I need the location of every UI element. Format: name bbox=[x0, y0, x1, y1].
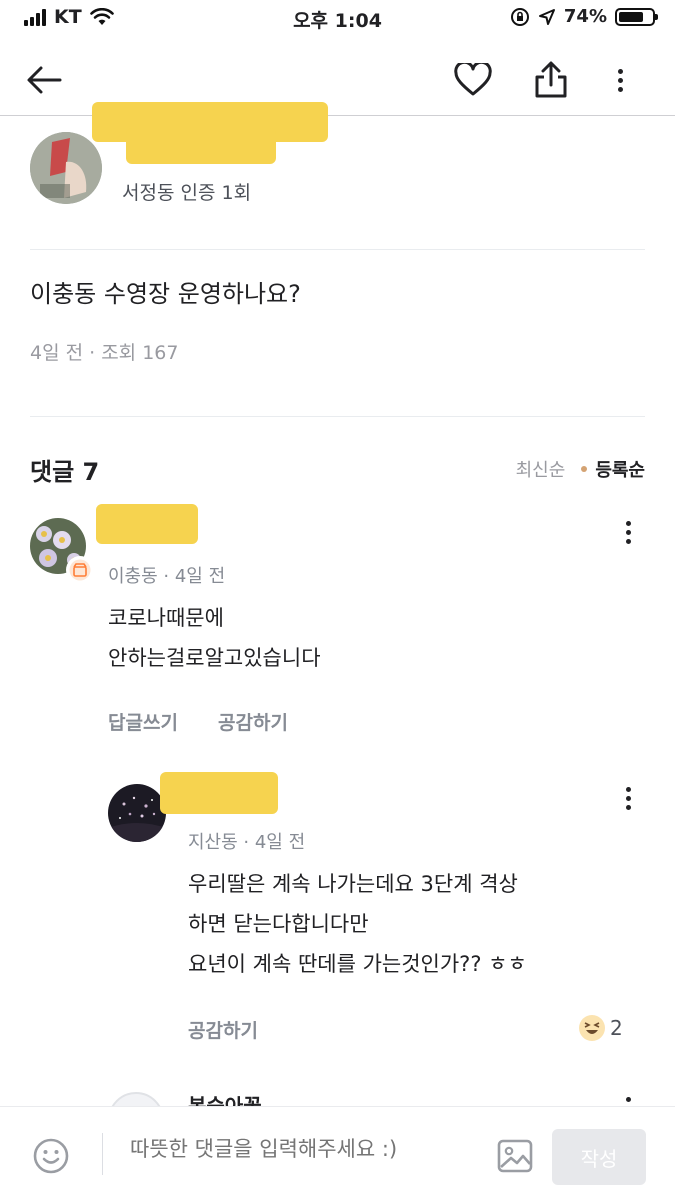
comment-line: 코로나때문에 bbox=[108, 606, 224, 630]
status-right: 74% bbox=[510, 6, 658, 27]
battery-percent: 74% bbox=[563, 6, 607, 27]
back-button[interactable] bbox=[22, 58, 66, 102]
comment-text: 코로나때문에 안하는걸로알고있습니다 bbox=[108, 598, 321, 678]
comment-line: 안하는걸로알고있습니다 bbox=[108, 646, 321, 670]
image-icon bbox=[497, 1139, 533, 1173]
share-icon bbox=[535, 61, 567, 98]
redacted-reply-name bbox=[160, 772, 278, 814]
back-arrow-icon bbox=[27, 66, 62, 94]
post-title: 이충동 수영장 운영하나요? bbox=[30, 280, 301, 308]
like-post-button[interactable] bbox=[451, 58, 495, 102]
battery-icon bbox=[615, 7, 658, 26]
composer-divider bbox=[102, 1133, 103, 1175]
reply-location-time: 지산동 · 4일 전 bbox=[188, 832, 306, 853]
store-badge-icon bbox=[69, 559, 91, 581]
reply-avatar[interactable] bbox=[108, 784, 166, 842]
reply-line: 하면 닫는다합니다만 bbox=[188, 912, 369, 936]
reply-avatar-image bbox=[108, 784, 166, 842]
emoji-button[interactable] bbox=[32, 1137, 70, 1179]
store-badge bbox=[66, 556, 94, 584]
comment-header: 댓글 7 최신순 등록순 bbox=[30, 452, 645, 486]
reply-line: 요년이 계속 딴데를 가는것인가?? ㅎㅎ bbox=[188, 952, 527, 976]
next-commenter-name: 복숭아꽃 bbox=[188, 1094, 262, 1106]
next-comment-more-button[interactable] bbox=[616, 1090, 640, 1106]
heart-icon bbox=[454, 63, 492, 96]
sort-registered-label: 등록순 bbox=[595, 460, 645, 481]
attach-image-button[interactable] bbox=[496, 1137, 534, 1179]
submit-comment-button[interactable]: 작성 bbox=[552, 1129, 646, 1185]
section-divider bbox=[30, 416, 645, 417]
selected-dot-icon bbox=[581, 466, 588, 472]
post-author[interactable]: 서정동 인증 1회 bbox=[30, 102, 645, 250]
redacted-nickname-2 bbox=[126, 128, 276, 164]
sort-latest-button[interactable]: 최신순 bbox=[516, 456, 566, 482]
next-commenter-avatar[interactable] bbox=[108, 1092, 164, 1106]
reply-more-button[interactable] bbox=[616, 780, 640, 816]
smiley-icon bbox=[33, 1138, 69, 1174]
laughing-emoji-icon bbox=[579, 1015, 605, 1041]
post-meta: 4일 전 · 조회 167 bbox=[30, 342, 179, 364]
comment-more-button[interactable] bbox=[616, 514, 640, 550]
redacted-commenter-name bbox=[96, 504, 198, 544]
comment-location-time: 이충동 · 4일 전 bbox=[108, 566, 226, 587]
like-comment-button[interactable]: 공감하기 bbox=[218, 708, 288, 735]
comment-input[interactable] bbox=[130, 1137, 480, 1161]
battery-fill bbox=[619, 11, 643, 22]
reply-line: 우리딸은 계속 나가는데요 3단계 격상 bbox=[188, 872, 518, 896]
reply-text: 우리딸은 계속 나가는데요 3단계 격상 하면 닫는다합니다만 요년이 계속 딴… bbox=[188, 864, 527, 984]
reaction-summary[interactable]: 2 bbox=[578, 1014, 623, 1042]
author-avatar-image bbox=[30, 132, 102, 204]
author-avatar[interactable] bbox=[30, 132, 102, 204]
share-button[interactable] bbox=[529, 58, 573, 102]
reply-button[interactable]: 답글쓰기 bbox=[108, 708, 178, 735]
location-arrow-icon bbox=[538, 8, 555, 25]
more-options-button[interactable] bbox=[598, 58, 642, 102]
comment-count: 댓글 7 bbox=[30, 458, 100, 486]
reply-like-button[interactable]: 공감하기 bbox=[188, 1016, 258, 1043]
comment-composer: 작성 bbox=[0, 1106, 675, 1200]
orientation-lock-icon bbox=[510, 7, 529, 26]
reaction-count: 2 bbox=[610, 1016, 623, 1040]
more-vertical-icon bbox=[608, 62, 632, 98]
status-bar: KT 오후 1:04 74% bbox=[0, 0, 675, 40]
sort-registered-button[interactable]: 등록순 bbox=[575, 456, 645, 482]
author-location: 서정동 인증 1회 bbox=[122, 182, 252, 204]
comment-sort: 최신순 등록순 bbox=[516, 456, 645, 482]
